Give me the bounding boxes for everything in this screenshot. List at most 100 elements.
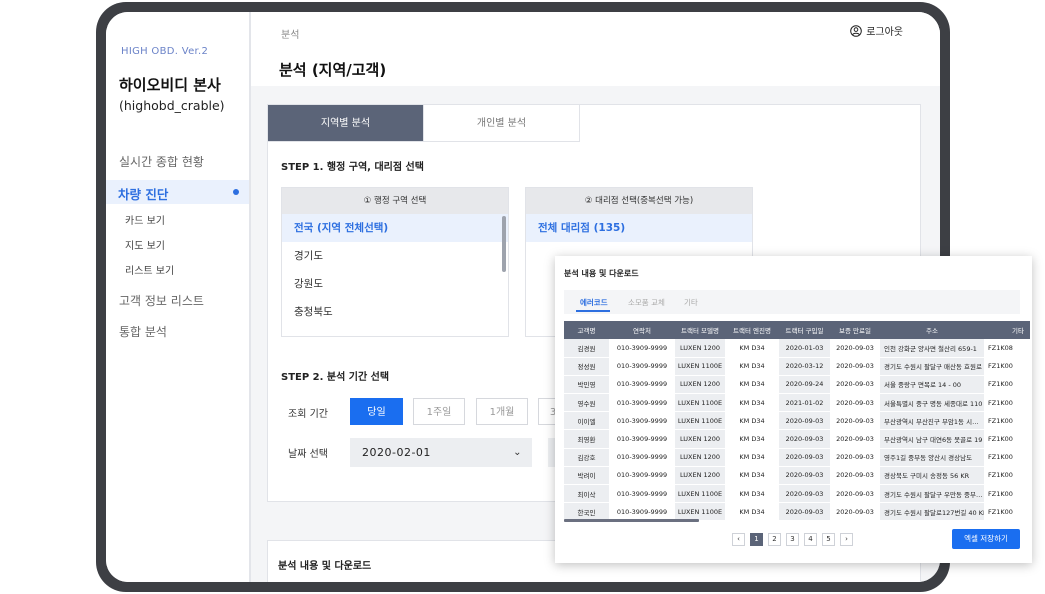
table-row[interactable]: 김경원 010-3909-9999 LUXEN 1200 KM D34 2020-01-… <box>564 339 1030 358</box>
table-cell: FZ1K00 <box>984 484 1030 504</box>
table-row[interactable]: 박려이 010-3909-9999 LUXEN 1200 KM D34 2020-09-… <box>564 466 1030 486</box>
table-cell: 영주1길 중부동 양산시 경상남도 <box>880 448 984 467</box>
table-cell: 경기도 수원시 팔달로127번길 40 KR <box>880 502 984 522</box>
column-header[interactable]: 연락처 <box>609 321 675 339</box>
app-version: HIGH OBD. Ver.2 <box>121 46 209 57</box>
sidebar-item-realtime[interactable]: 실시간 종합 현황 <box>119 153 204 170</box>
table-cell: 2020-09-03 <box>779 429 830 449</box>
sidebar-item-diagnosis[interactable]: 차량 진단 <box>106 180 249 204</box>
sidebar-item-analysis[interactable]: 통합 분석 <box>119 323 167 340</box>
tab-region-analysis[interactable]: 지역별 분석 <box>268 105 424 142</box>
table-cell: LUXEN 1200 <box>675 466 725 486</box>
table-cell: LUXEN 1200 <box>675 339 725 358</box>
table-cell: 2020-03-12 <box>779 357 830 376</box>
column-header[interactable]: 보증 만료일 <box>830 321 880 339</box>
popup-tab-consumables[interactable]: 소모품 교체 <box>628 297 665 308</box>
table-cell: KM D34 <box>725 484 779 504</box>
region-item-gangwon[interactable]: 강원도 <box>282 270 508 298</box>
excel-save-button[interactable]: 엑셀 저장하기 <box>952 529 1020 549</box>
column-header[interactable]: 기타 <box>984 321 1030 339</box>
dealer-item-all[interactable]: 전체 대리점 (135) <box>526 214 752 242</box>
table-cell: 영수원 <box>564 393 609 413</box>
date-label: 날짜 선택 <box>288 449 328 460</box>
table-cell: 2020-09-03 <box>779 448 830 467</box>
region-item-all[interactable]: 전국 (지역 전체선택) <box>282 214 508 242</box>
column-header[interactable]: 고객명 <box>564 321 609 339</box>
table-cell: 2020-09-03 <box>830 411 880 431</box>
table-cell: KM D34 <box>725 448 779 467</box>
table-cell: 2020-09-03 <box>779 484 830 504</box>
period-1week-button[interactable]: 1주일 <box>413 398 465 425</box>
period-1month-button[interactable]: 1개월 <box>476 398 528 425</box>
table-cell: 2020-09-24 <box>779 375 830 395</box>
table-cell: 010-3909-9999 <box>609 429 675 449</box>
table-cell: 2021-01-02 <box>779 393 830 413</box>
sidebar-subitem-list-view[interactable]: 리스트 보기 <box>125 262 174 277</box>
table-cell: 010-3909-9999 <box>609 393 675 413</box>
table-row[interactable]: 김강호 010-3909-9999 LUXEN 1200 KM D34 2020-09-… <box>564 448 1030 467</box>
table-cell: LUXEN 1100E <box>675 411 725 431</box>
region-scrollbar[interactable] <box>502 216 506 272</box>
table-cell: 박려이 <box>564 466 609 486</box>
table-horizontal-scrollbar[interactable] <box>564 519 699 522</box>
table-cell: KM D34 <box>725 393 779 413</box>
sidebar-subitem-map-view[interactable]: 지도 보기 <box>125 237 165 252</box>
popup-tab-error-code[interactable]: 에러코드 <box>580 297 608 308</box>
column-header[interactable]: 주소 <box>880 321 984 339</box>
table-cell: 최영환 <box>564 429 609 449</box>
column-header[interactable]: 트랙터 모델명 <box>675 321 725 339</box>
data-table: 고객명 연락처 트랙터 모델명 트랙터 엔진명 트랙터 구입일 보증 만료일 주… <box>564 321 1030 522</box>
sidebar: HIGH OBD. Ver.2 하이오비디 본사 (highobd_crable… <box>106 12 251 582</box>
table-cell: FZ1K00 <box>984 375 1030 395</box>
period-today-button[interactable]: 당일 <box>350 398 403 425</box>
pagination-prev-button[interactable]: ‹ <box>732 533 745 546</box>
table-cell: 2020-09-03 <box>830 429 880 449</box>
pagination-page-3[interactable]: 3 <box>786 533 799 546</box>
table-cell: 2020-09-03 <box>779 502 830 522</box>
table-cell: 010-3909-9999 <box>609 375 675 395</box>
pagination-page-4[interactable]: 4 <box>804 533 817 546</box>
table-cell: 박민영 <box>564 375 609 395</box>
table-cell: KM D34 <box>725 339 779 358</box>
table-cell: 김경원 <box>564 339 609 358</box>
sidebar-item-label: 차량 진단 <box>118 187 169 202</box>
table-row[interactable]: 박민영 010-3909-9999 LUXEN 1200 KM D34 2020-09-… <box>564 375 1030 395</box>
table-cell: FZ1K00 <box>984 357 1030 376</box>
popup-title: 분석 내용 및 다운로드 <box>564 269 639 278</box>
pagination-page-1[interactable]: 1 <box>750 533 763 546</box>
analysis-tabs: 지역별 분석 개인별 분석 <box>268 105 920 142</box>
table-cell: 2020-09-03 <box>830 357 880 376</box>
table-cell: 서울 중랑구 면목로 14 - 00 <box>880 375 984 395</box>
region-item-chungbuk[interactable]: 충청북도 <box>282 298 508 326</box>
table-row[interactable]: 최이삭 010-3909-9999 LUXEN 1100E KM D34 2020-09… <box>564 484 1030 504</box>
column-header[interactable]: 트랙터 엔진명 <box>725 321 779 339</box>
table-row[interactable]: 최영환 010-3909-9999 LUXEN 1200 KM D34 2020-09-… <box>564 429 1030 449</box>
user-icon <box>850 24 862 37</box>
logout-button[interactable]: 로그아웃 <box>850 23 903 38</box>
table-row[interactable]: 영수원 010-3909-9999 LUXEN 1100E KM D34 2021-01… <box>564 393 1030 413</box>
sidebar-subitem-card-view[interactable]: 카드 보기 <box>125 212 165 227</box>
tab-personal-analysis[interactable]: 개인별 분석 <box>424 105 580 142</box>
table-row[interactable]: 이이엘 010-3909-9999 LUXEN 1100E KM D34 2020-09… <box>564 411 1030 431</box>
sidebar-item-customers[interactable]: 고객 정보 리스트 <box>119 292 204 309</box>
date-select[interactable]: 2020-02-01 ⌄ <box>350 438 532 467</box>
region-select-panel: ① 행정 구역 선택 전국 (지역 전체선택) 경기도 강원도 충청북도 <box>281 187 509 337</box>
popup-tab-other[interactable]: 기타 <box>684 297 698 308</box>
pagination-page-5[interactable]: 5 <box>822 533 835 546</box>
table-cell: LUXEN 1100E <box>675 393 725 413</box>
table-cell: 2020-01-03 <box>779 339 830 358</box>
pagination-page-2[interactable]: 2 <box>768 533 781 546</box>
column-header[interactable]: 트랙터 구입일 <box>779 321 830 339</box>
table-cell: FZ1K00 <box>984 466 1030 486</box>
table-cell: 김강호 <box>564 448 609 467</box>
region-item-gyeonggi[interactable]: 경기도 <box>282 242 508 270</box>
date-value: 2020-02-01 <box>362 446 431 459</box>
table-row[interactable]: 정성원 010-3909-9999 LUXEN 1100E KM D34 2020-03… <box>564 357 1030 376</box>
table-cell: KM D34 <box>725 502 779 522</box>
pagination-next-button[interactable]: › <box>840 533 853 546</box>
table-cell: LUXEN 1100E <box>675 484 725 504</box>
region-panel-header: ① 행정 구역 선택 <box>282 188 508 214</box>
breadcrumb[interactable]: 분석 <box>281 26 299 41</box>
table-cell: KM D34 <box>725 466 779 486</box>
table-cell: 010-3909-9999 <box>609 484 675 504</box>
